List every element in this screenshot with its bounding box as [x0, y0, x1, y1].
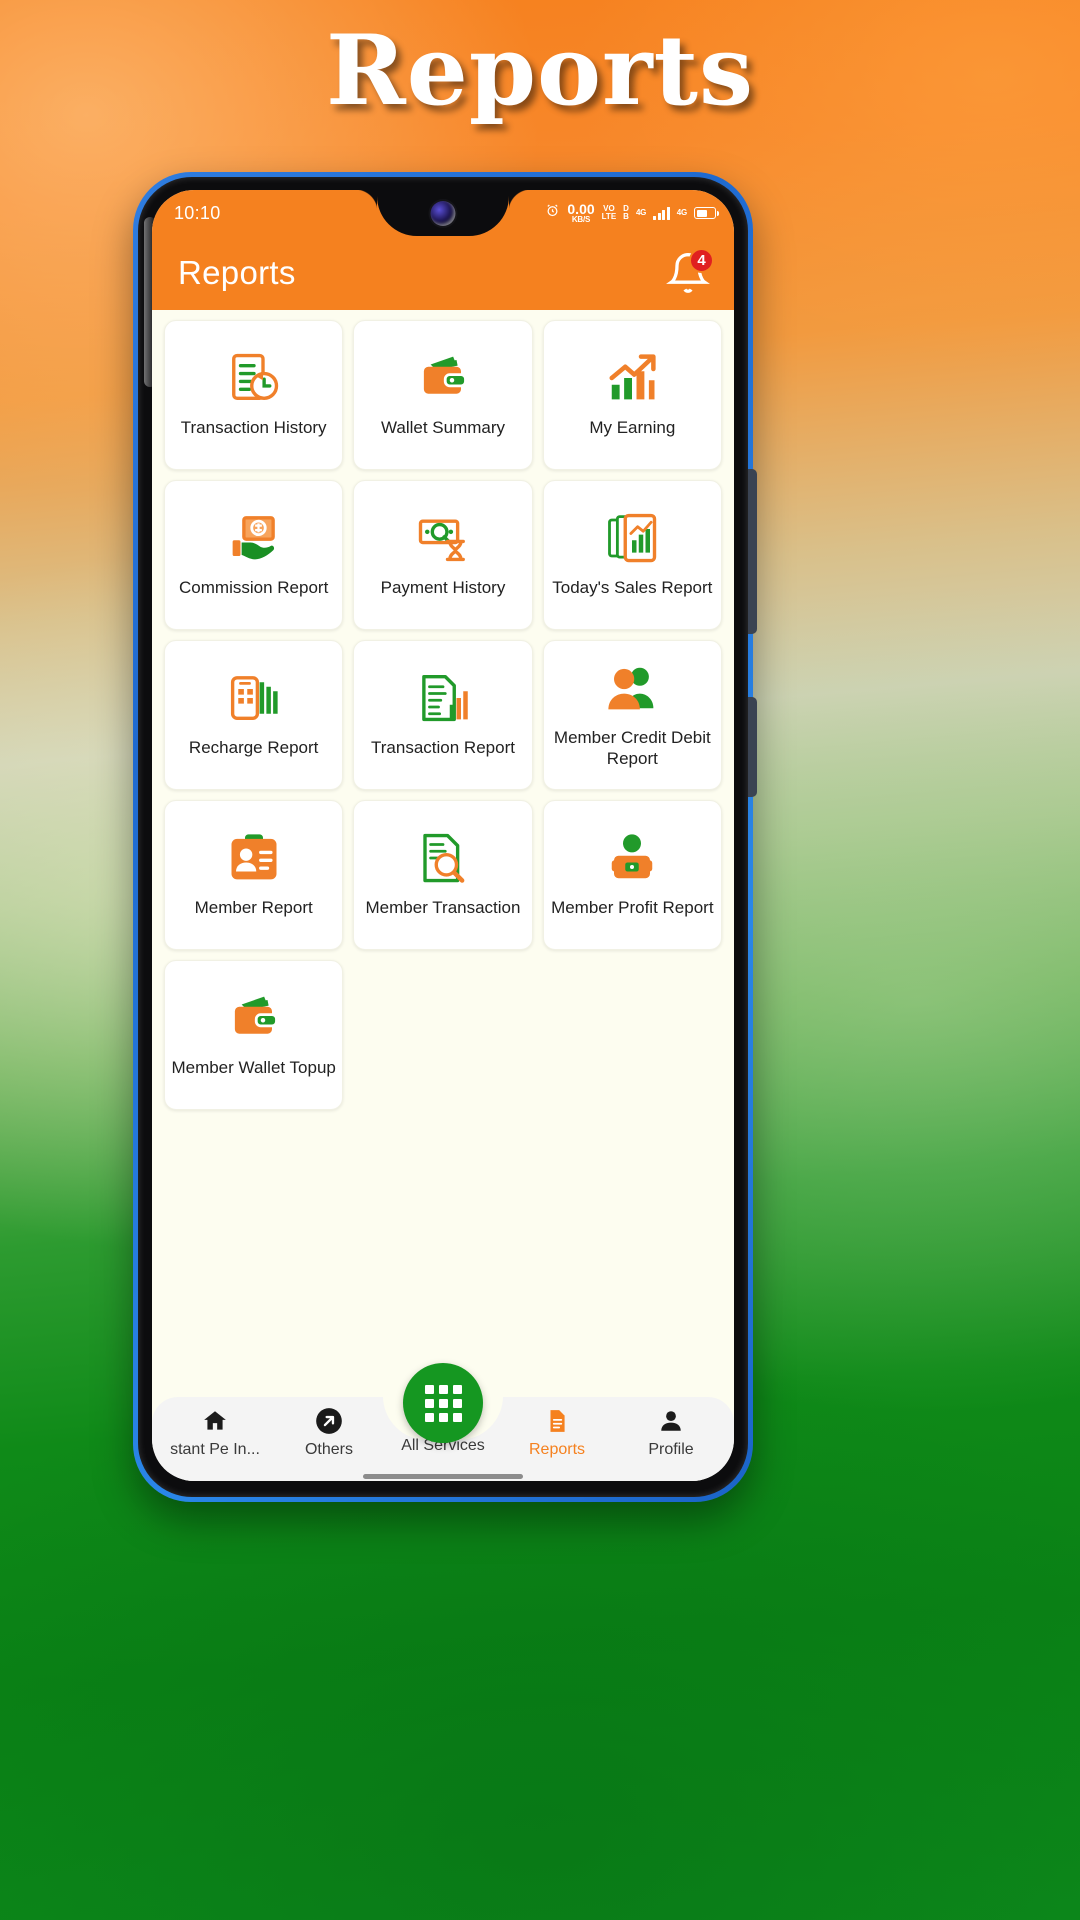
tile-member-profit-report[interactable]: Member Profit Report	[542, 800, 722, 950]
tile-transaction-history[interactable]: Transaction History	[164, 320, 344, 470]
app-bar: Reports 4	[152, 236, 734, 310]
nav-label: Reports	[528, 1441, 586, 1458]
tile-label: Member Profit Report	[551, 898, 714, 918]
tile-label: Today's Sales Report	[552, 578, 713, 598]
all-services-fab-button[interactable]	[403, 1363, 483, 1443]
document-search-icon	[416, 831, 470, 885]
members-icon	[605, 661, 659, 715]
nav-item-home[interactable]: stant Pe In...	[158, 1407, 272, 1459]
banknote-hourglass-icon	[416, 511, 470, 565]
tile-label: Member Transaction	[365, 898, 521, 918]
home-icon	[202, 1407, 228, 1435]
tile-label: My Earning	[589, 418, 676, 438]
front-camera-icon	[430, 201, 456, 226]
network-speed-indicator: 0.00 KB/S	[567, 201, 595, 224]
tile-label: Payment History	[380, 578, 506, 598]
nav-label: Profile	[648, 1441, 694, 1458]
mobile-recharge-icon	[227, 671, 281, 725]
hand-coin-icon	[227, 511, 281, 565]
notification-badge: 4	[689, 248, 714, 273]
tile-label: Transaction History	[180, 418, 327, 438]
battery-icon	[694, 207, 719, 219]
nav-label: stant Pe In...	[170, 1441, 260, 1458]
tile-todays-sales-report[interactable]: Today's Sales Report	[542, 480, 722, 630]
power-button[interactable]	[748, 697, 757, 797]
tile-label: Member Report	[194, 898, 313, 918]
tile-label: Recharge Report	[188, 738, 319, 758]
notification-bell-button[interactable]: 4	[666, 248, 714, 295]
tile-label: Member Wallet Topup	[171, 1058, 336, 1078]
data-type-label: 4G	[676, 208, 687, 217]
network-type-label: 4G	[635, 208, 647, 217]
sales-report-icon	[605, 511, 659, 565]
phone-mockup: 10:10 0.00 KB/S VO LTE D B 4G 4G Reports…	[133, 172, 757, 1502]
volume-button[interactable]	[748, 469, 757, 634]
nav-label: Others	[304, 1441, 353, 1458]
reports-content: Transaction History Wallet Summary My Ea…	[152, 310, 734, 1397]
arrow-up-right-circle-icon	[315, 1407, 343, 1435]
growth-chart-icon	[605, 351, 659, 405]
tile-recharge-report[interactable]: Recharge Report	[164, 640, 344, 790]
alarm-clock-icon	[545, 203, 560, 223]
tile-label: Commission Report	[179, 578, 329, 598]
signal-bars-icon	[653, 206, 670, 220]
tile-label: Transaction Report	[371, 738, 515, 758]
nav-item-reports[interactable]: Reports	[500, 1407, 614, 1459]
phone-screen: 10:10 0.00 KB/S VO LTE D B 4G 4G Reports…	[152, 190, 734, 1481]
transaction-history-icon	[227, 351, 281, 405]
document-chart-icon	[416, 671, 470, 725]
person-icon	[658, 1407, 684, 1435]
home-indicator	[363, 1474, 523, 1479]
tile-member-wallet-topup[interactable]: Member Wallet Topup	[164, 960, 344, 1110]
tile-my-earning[interactable]: My Earning	[542, 320, 722, 470]
status-icons: 0.00 KB/S VO LTE D B 4G 4G	[545, 201, 719, 224]
report-document-icon	[544, 1407, 570, 1435]
nav-item-profile[interactable]: Profile	[614, 1407, 728, 1459]
tile-payment-history[interactable]: Payment History	[353, 480, 533, 630]
grid-apps-icon	[424, 1384, 462, 1422]
bottom-navigation-bar: stant Pe In... Others All Services Repor…	[152, 1363, 734, 1481]
id-card-icon	[227, 831, 281, 885]
volte-indicator: VO LTE	[601, 203, 617, 221]
tile-wallet-summary[interactable]: Wallet Summary	[353, 320, 533, 470]
app-bar-title: Reports	[178, 254, 296, 291]
status-time: 10:10	[174, 202, 221, 223]
tile-member-transaction[interactable]: Member Transaction	[353, 800, 533, 950]
tile-label: Wallet Summary	[380, 418, 506, 438]
tile-commission-report[interactable]: Commission Report	[164, 480, 344, 630]
tile-member-report[interactable]: Member Report	[164, 800, 344, 950]
phone-body: 10:10 0.00 KB/S VO LTE D B 4G 4G Reports…	[138, 177, 757, 1497]
wallet-topup-icon	[227, 991, 281, 1045]
tile-member-credit-debit-report[interactable]: Member Credit Debit Report	[542, 640, 722, 790]
nav-item-all-services[interactable]: All Services	[386, 1363, 500, 1455]
page-title: Reports	[326, 14, 754, 127]
sim-indicator: D B	[623, 203, 629, 221]
tile-transaction-report[interactable]: Transaction Report	[353, 640, 533, 790]
member-profit-icon	[605, 831, 659, 885]
wallet-icon	[416, 351, 470, 405]
tile-label: Member Credit Debit Report	[553, 727, 711, 768]
nav-item-others[interactable]: Others	[272, 1407, 386, 1459]
reports-grid: Transaction History Wallet Summary My Ea…	[164, 320, 722, 1110]
